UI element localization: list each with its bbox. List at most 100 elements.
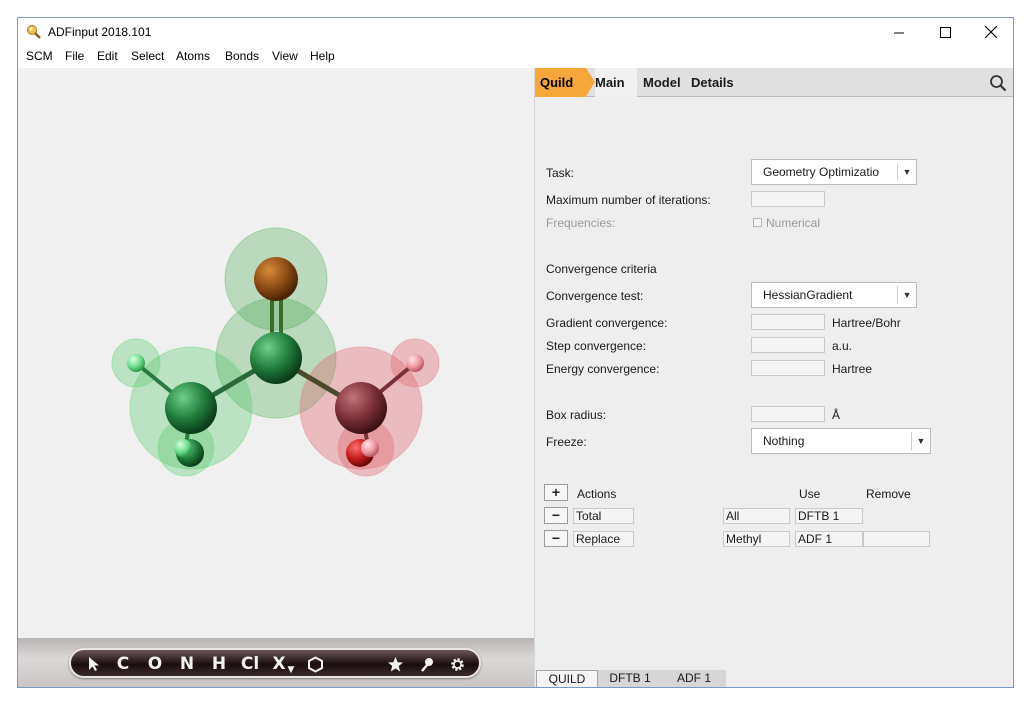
editor-toolbar: C O N H Cl X ▼ [69, 648, 481, 678]
convergence-test-label: Convergence test: [546, 289, 644, 303]
box-radius-label: Box radius: [546, 408, 607, 422]
title-bar: ADFinput 2018.101 [18, 18, 1013, 46]
menu-bonds[interactable]: Bonds [225, 49, 259, 63]
engine-tab-bar: QUILD DFTB 1 ADF 1 [535, 668, 1013, 687]
step-convergence-input[interactable] [751, 337, 825, 353]
molecule-viewport[interactable]: C O N H Cl X ▼ [18, 68, 534, 687]
energy-unit: Hartree [832, 362, 873, 376]
box-radius-unit: Å [832, 408, 841, 422]
element-chlorine-button[interactable]: Cl [237, 653, 263, 675]
tab-adf-1[interactable]: ADF 1 [662, 670, 726, 687]
action-name-field[interactable]: Replace [573, 531, 634, 547]
close-icon [985, 26, 997, 38]
numerical-checkbox[interactable] [753, 218, 762, 227]
menu-bar: SCM File Edit Select Atoms Bonds View He… [18, 46, 1013, 68]
action-region-field[interactable]: All [723, 508, 790, 524]
menu-select[interactable]: Select [131, 49, 164, 63]
box-radius-input[interactable] [751, 406, 825, 422]
menu-view[interactable]: View [272, 49, 298, 63]
tab-main-arrow [629, 68, 638, 96]
hydrogen-atom[interactable] [127, 354, 145, 372]
numerical-checkbox-label: Numerical [766, 216, 821, 230]
hydrogen-atom-replaced[interactable] [361, 439, 379, 457]
maximize-icon [939, 26, 951, 38]
convergence-test-select[interactable]: HessianGradient ▼ [751, 282, 917, 308]
panel-tab-bar: Quild Main Model Details [535, 68, 1013, 98]
energy-convergence-label: Energy convergence: [546, 362, 660, 376]
freeze-select-value: Nothing [763, 434, 805, 448]
max-iterations-label: Maximum number of iterations: [546, 193, 711, 207]
add-action-button[interactable]: + [544, 484, 568, 501]
tab-quild[interactable]: Quild [535, 68, 586, 97]
minimize-button[interactable] [876, 18, 922, 46]
element-carbon-button[interactable]: C [113, 653, 133, 675]
magnifier-icon [420, 657, 433, 672]
element-nitrogen-button[interactable]: N [177, 653, 197, 675]
task-select-value: Geometry Optimizatio [763, 165, 880, 179]
gradient-unit: Hartree/Bohr [832, 316, 901, 330]
step-convergence-label: Step convergence: [546, 339, 647, 353]
use-header: Use [799, 487, 821, 501]
molecule-view[interactable] [18, 68, 534, 638]
element-oxygen-button[interactable]: O [145, 653, 165, 675]
remove-action-button[interactable]: − [544, 507, 568, 524]
hexagon-icon [307, 655, 323, 673]
gradient-convergence-input[interactable] [751, 314, 825, 330]
carbon-atom-center[interactable] [250, 332, 302, 384]
tab-quild-engine[interactable]: QUILD [536, 670, 598, 687]
window-title: ADFinput 2018.101 [48, 25, 152, 39]
close-button[interactable] [968, 18, 1013, 46]
gradient-convergence-label: Gradient convergence: [546, 316, 668, 330]
star-icon [387, 656, 403, 671]
oxygen-atom[interactable] [254, 257, 298, 301]
menu-edit[interactable]: Edit [97, 49, 118, 63]
freeze-select[interactable]: Nothing ▼ [751, 428, 931, 454]
max-iterations-input[interactable] [751, 191, 825, 207]
carbon-atom-methyl[interactable] [165, 382, 217, 434]
tab-quild-arrow [586, 68, 595, 96]
search-icon[interactable] [989, 74, 1007, 92]
energy-convergence-input[interactable] [751, 360, 825, 376]
action-region-field[interactable]: Methyl [723, 531, 790, 547]
convergence-test-value: HessianGradient [763, 288, 853, 302]
element-dropdown-icon[interactable]: ▼ [287, 659, 295, 681]
menu-atoms[interactable]: Atoms [176, 49, 210, 63]
gear-icon [450, 657, 464, 671]
task-select[interactable]: Geometry Optimizatio ▼ [751, 159, 917, 185]
carbon-atom-replaced[interactable] [335, 382, 387, 434]
element-other-button[interactable]: X [271, 653, 287, 675]
minimize-icon [893, 32, 904, 33]
tab-details[interactable]: Details [691, 68, 734, 97]
settings-button[interactable] [447, 653, 467, 675]
search-structure-button[interactable] [417, 653, 437, 675]
element-hydrogen-button[interactable]: H [209, 653, 229, 675]
action-name-field[interactable]: Total [573, 508, 634, 524]
action-use-field[interactable]: DFTB 1 [795, 508, 863, 524]
action-remove-field[interactable] [863, 531, 930, 547]
action-use-field[interactable]: ADF 1 [795, 531, 863, 547]
menu-file[interactable]: File [65, 49, 84, 63]
chevron-down-icon: ▼ [897, 286, 916, 304]
hydrogen-atom-replaced[interactable] [406, 354, 424, 372]
menu-scm[interactable]: SCM [26, 49, 53, 63]
freeze-label: Freeze: [546, 435, 587, 449]
step-unit: a.u. [832, 339, 853, 353]
remove-action-button[interactable]: − [544, 530, 568, 547]
hydrogen-atom[interactable] [174, 439, 192, 457]
select-tool-button[interactable] [85, 653, 103, 675]
tab-dftb-1[interactable]: DFTB 1 [598, 670, 662, 687]
actions-header: Actions [577, 487, 617, 501]
app-icon [27, 25, 41, 39]
settings-panel: Quild Main Model Details Task: Geometry … [534, 68, 1013, 687]
chevron-down-icon: ▼ [897, 163, 916, 181]
remove-header: Remove [866, 487, 911, 501]
app-window: ADFinput 2018.101 SCM File Edit Select A… [17, 17, 1014, 688]
task-label: Task: [546, 166, 575, 180]
cursor-icon [89, 657, 99, 671]
favorites-button[interactable] [385, 653, 405, 675]
menu-help[interactable]: Help [310, 49, 335, 63]
chevron-down-icon: ▼ [911, 432, 930, 450]
tab-model[interactable]: Model [643, 68, 681, 97]
maximize-button[interactable] [922, 18, 968, 46]
ring-tool-button[interactable] [305, 653, 325, 675]
